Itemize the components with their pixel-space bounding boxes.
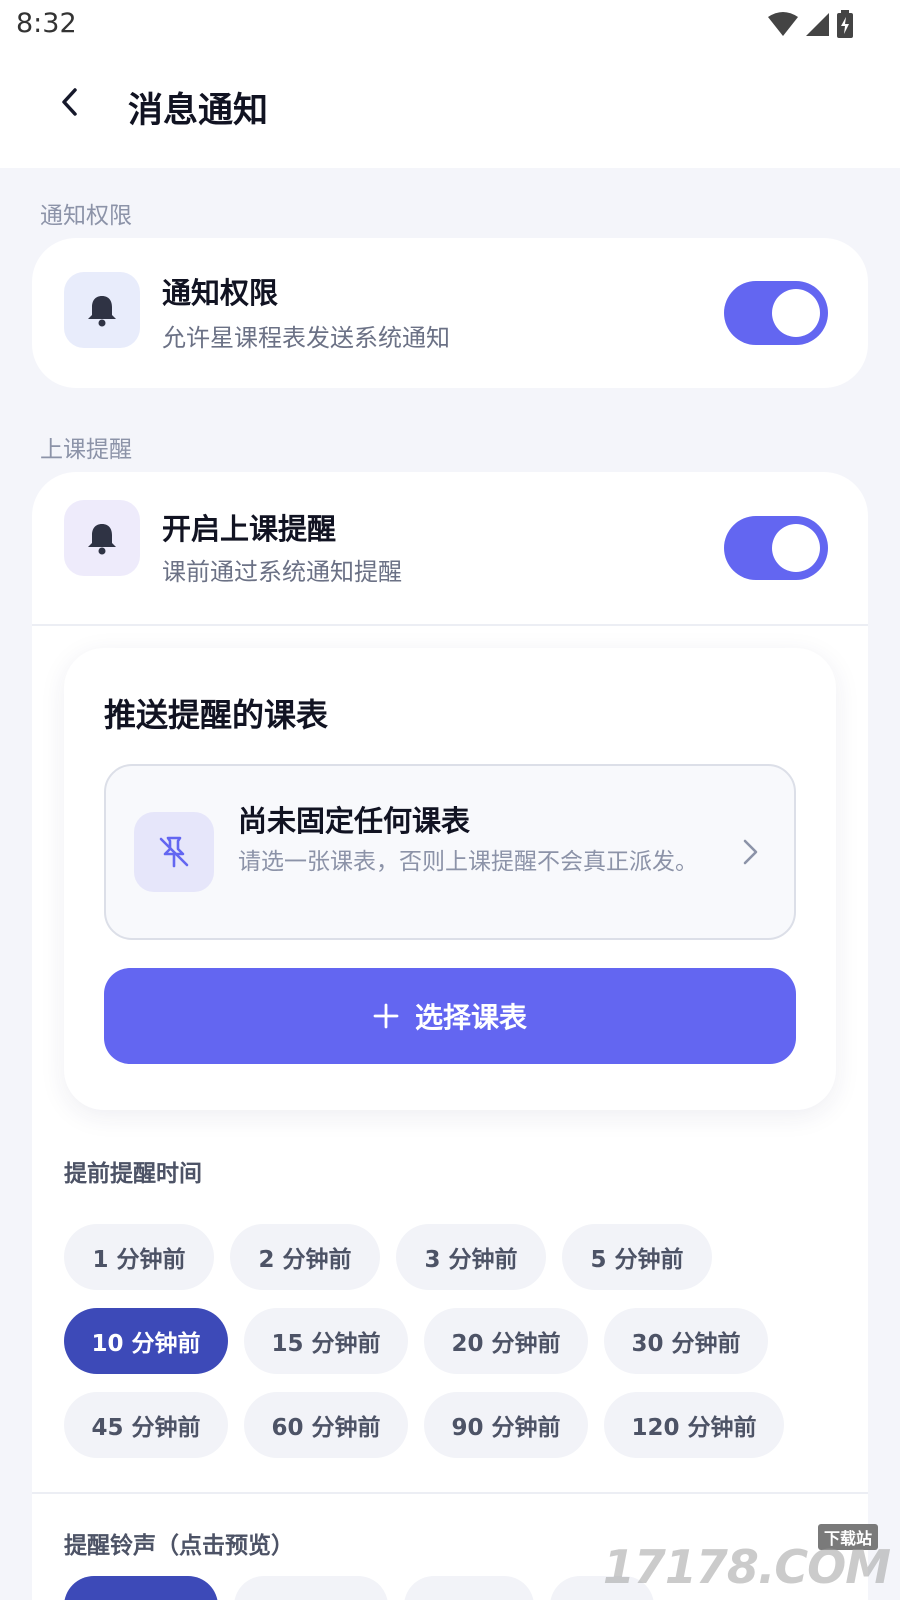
notify-permission-card: 通知权限 允许星课程表发送系统通知: [32, 238, 868, 388]
reminder-icon-box: [64, 500, 140, 576]
chip-45-min[interactable]: 45 分钟前: [64, 1392, 228, 1458]
battery-icon: [837, 10, 853, 38]
notify-title: 通知权限: [162, 276, 279, 310]
push-title: 推送提醒的课表: [104, 696, 329, 734]
wifi-icon: [768, 12, 798, 36]
notify-subtitle: 允许星课程表发送系统通知: [162, 324, 450, 352]
section-label-notify: 通知权限: [40, 203, 132, 229]
no-schedule-title: 尚未固定任何课表: [238, 804, 471, 838]
select-schedule-button[interactable]: 选择课表: [104, 968, 796, 1064]
chevron-right-icon: [743, 839, 758, 865]
chip-10-min[interactable]: 10 分钟前: [64, 1308, 228, 1374]
status-bar: 8:32: [0, 0, 900, 48]
bell-icon: [88, 296, 116, 327]
divider: [32, 1492, 868, 1494]
chip-20-min[interactable]: 20 分钟前: [424, 1308, 588, 1374]
notify-toggle[interactable]: [724, 281, 828, 345]
chevron-left-icon: [62, 88, 77, 116]
section-label-class: 上课提醒: [40, 437, 132, 463]
chip-60-min[interactable]: 60 分钟前: [244, 1392, 408, 1458]
app-bar: 消息通知: [0, 48, 900, 168]
chip-1-min[interactable]: 1 分钟前: [64, 1224, 214, 1290]
reminder-title: 开启上课提醒: [162, 512, 337, 546]
page-title: 消息通知: [128, 91, 269, 131]
chip-3-min[interactable]: 3 分钟前: [396, 1224, 546, 1290]
chip-5-min[interactable]: 5 分钟前: [562, 1224, 712, 1290]
no-schedule-box[interactable]: 尚未固定任何课表 请选一张课表，否则上课提醒不会真正派发。: [104, 764, 796, 940]
reminder-toggle[interactable]: [724, 516, 828, 580]
notify-icon-box: [64, 272, 140, 348]
advance-time-label: 提前提醒时间: [64, 1161, 202, 1187]
toggle-knob: [772, 524, 820, 572]
chip-90-min[interactable]: 90 分钟前: [424, 1392, 588, 1458]
plus-icon: [373, 1003, 399, 1029]
ringtone-label: 提醒铃声（点击预览）: [64, 1533, 294, 1559]
back-button[interactable]: [46, 78, 94, 126]
select-schedule-label: 选择课表: [414, 1001, 527, 1034]
ringtone-chip-selected[interactable]: [64, 1576, 218, 1600]
chip-120-min[interactable]: 120 分钟前: [604, 1392, 784, 1458]
status-icons: [768, 10, 854, 38]
divider: [32, 624, 868, 626]
chip-15-min[interactable]: 15 分钟前: [244, 1308, 408, 1374]
bell-icon: [88, 524, 116, 555]
chip-2-min[interactable]: 2 分钟前: [230, 1224, 380, 1290]
ringtone-chip[interactable]: [404, 1576, 534, 1600]
ringtone-chip[interactable]: [234, 1576, 388, 1600]
no-schedule-subtitle: 请选一张课表，否则上课提醒不会真正派发。: [238, 849, 698, 875]
pin-off-icon-box: [134, 812, 214, 892]
status-time: 8:32: [16, 8, 77, 39]
signal-icon: [806, 13, 829, 36]
watermark: 17178.COM: [602, 1540, 891, 1594]
pin-off-icon: [159, 836, 189, 868]
push-schedule-card: 推送提醒的课表 尚未固定任何课表 请选一张课表，否则上课提醒不会真正派发。 选择…: [64, 648, 836, 1110]
toggle-knob: [772, 289, 820, 337]
reminder-subtitle: 课前通过系统通知提醒: [162, 558, 402, 586]
chip-30-min[interactable]: 30 分钟前: [604, 1308, 768, 1374]
